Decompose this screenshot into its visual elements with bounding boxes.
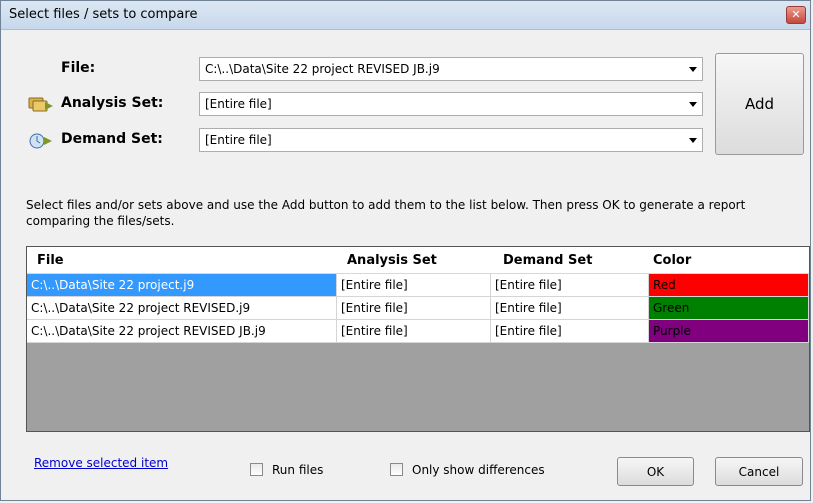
chevron-down-icon	[689, 67, 697, 72]
demand-set-icon	[29, 133, 52, 149]
header-analysis-set[interactable]: Analysis Set	[347, 253, 437, 268]
file-label: File:	[61, 60, 96, 76]
run-files-label: Run files	[272, 463, 324, 477]
analysis-set-dropdown-value: [Entire file]	[205, 97, 272, 111]
title-bar: Select files / sets to compare ✕	[1, 1, 810, 30]
only-differences-label: Only show differences	[412, 463, 545, 477]
instructions-text: Select files and/or sets above and use t…	[26, 198, 746, 228]
window-title: Select files / sets to compare	[9, 7, 198, 22]
row-file: C:\..\Data\Site 22 project REVISED JB.j9	[27, 320, 337, 343]
list-row[interactable]: C:\..\Data\Site 22 project.j9 [Entire fi…	[27, 274, 809, 297]
demand-set-dropdown[interactable]: [Entire file]	[199, 128, 703, 152]
add-button[interactable]: Add	[715, 53, 804, 155]
chevron-down-icon	[689, 102, 697, 107]
cancel-button[interactable]: Cancel	[715, 457, 803, 486]
ok-button[interactable]: OK	[617, 457, 694, 486]
run-files-checkbox[interactable]	[250, 463, 263, 476]
analysis-set-dropdown[interactable]: [Entire file]	[199, 92, 703, 116]
row-analysis-set: [Entire file]	[337, 320, 491, 343]
list-row[interactable]: C:\..\Data\Site 22 project REVISED.j9 [E…	[27, 297, 809, 320]
remove-selected-link[interactable]: Remove selected item	[34, 456, 168, 470]
analysis-set-label: Analysis Set:	[61, 95, 164, 111]
row-demand-set: [Entire file]	[491, 297, 649, 320]
row-color: Green	[649, 297, 809, 320]
header-demand-set[interactable]: Demand Set	[503, 253, 592, 268]
list-header: File Analysis Set Demand Set Color	[27, 247, 809, 274]
row-file: C:\..\Data\Site 22 project.j9	[27, 274, 337, 297]
row-demand-set: [Entire file]	[491, 320, 649, 343]
header-color[interactable]: Color	[653, 253, 691, 268]
demand-set-label: Demand Set:	[61, 131, 163, 147]
dialog-window: Select files / sets to compare ✕ File: C…	[0, 0, 811, 501]
close-icon[interactable]: ✕	[786, 6, 806, 24]
row-color: Red	[649, 274, 809, 297]
row-analysis-set: [Entire file]	[337, 297, 491, 320]
comparison-list[interactable]: File Analysis Set Demand Set Color C:\..…	[26, 246, 810, 432]
file-dropdown-value: C:\..\Data\Site 22 project REVISED JB.j9	[205, 62, 440, 76]
row-color: Purple	[649, 320, 809, 343]
file-dropdown[interactable]: C:\..\Data\Site 22 project REVISED JB.j9	[199, 57, 703, 81]
chevron-down-icon	[689, 138, 697, 143]
row-analysis-set: [Entire file]	[337, 274, 491, 297]
header-file[interactable]: File	[37, 253, 64, 268]
only-differences-checkbox[interactable]	[390, 463, 403, 476]
demand-set-dropdown-value: [Entire file]	[205, 133, 272, 147]
analysis-set-icon	[28, 97, 53, 112]
row-file: C:\..\Data\Site 22 project REVISED.j9	[27, 297, 337, 320]
row-demand-set: [Entire file]	[491, 274, 649, 297]
list-row[interactable]: C:\..\Data\Site 22 project REVISED JB.j9…	[27, 320, 809, 343]
